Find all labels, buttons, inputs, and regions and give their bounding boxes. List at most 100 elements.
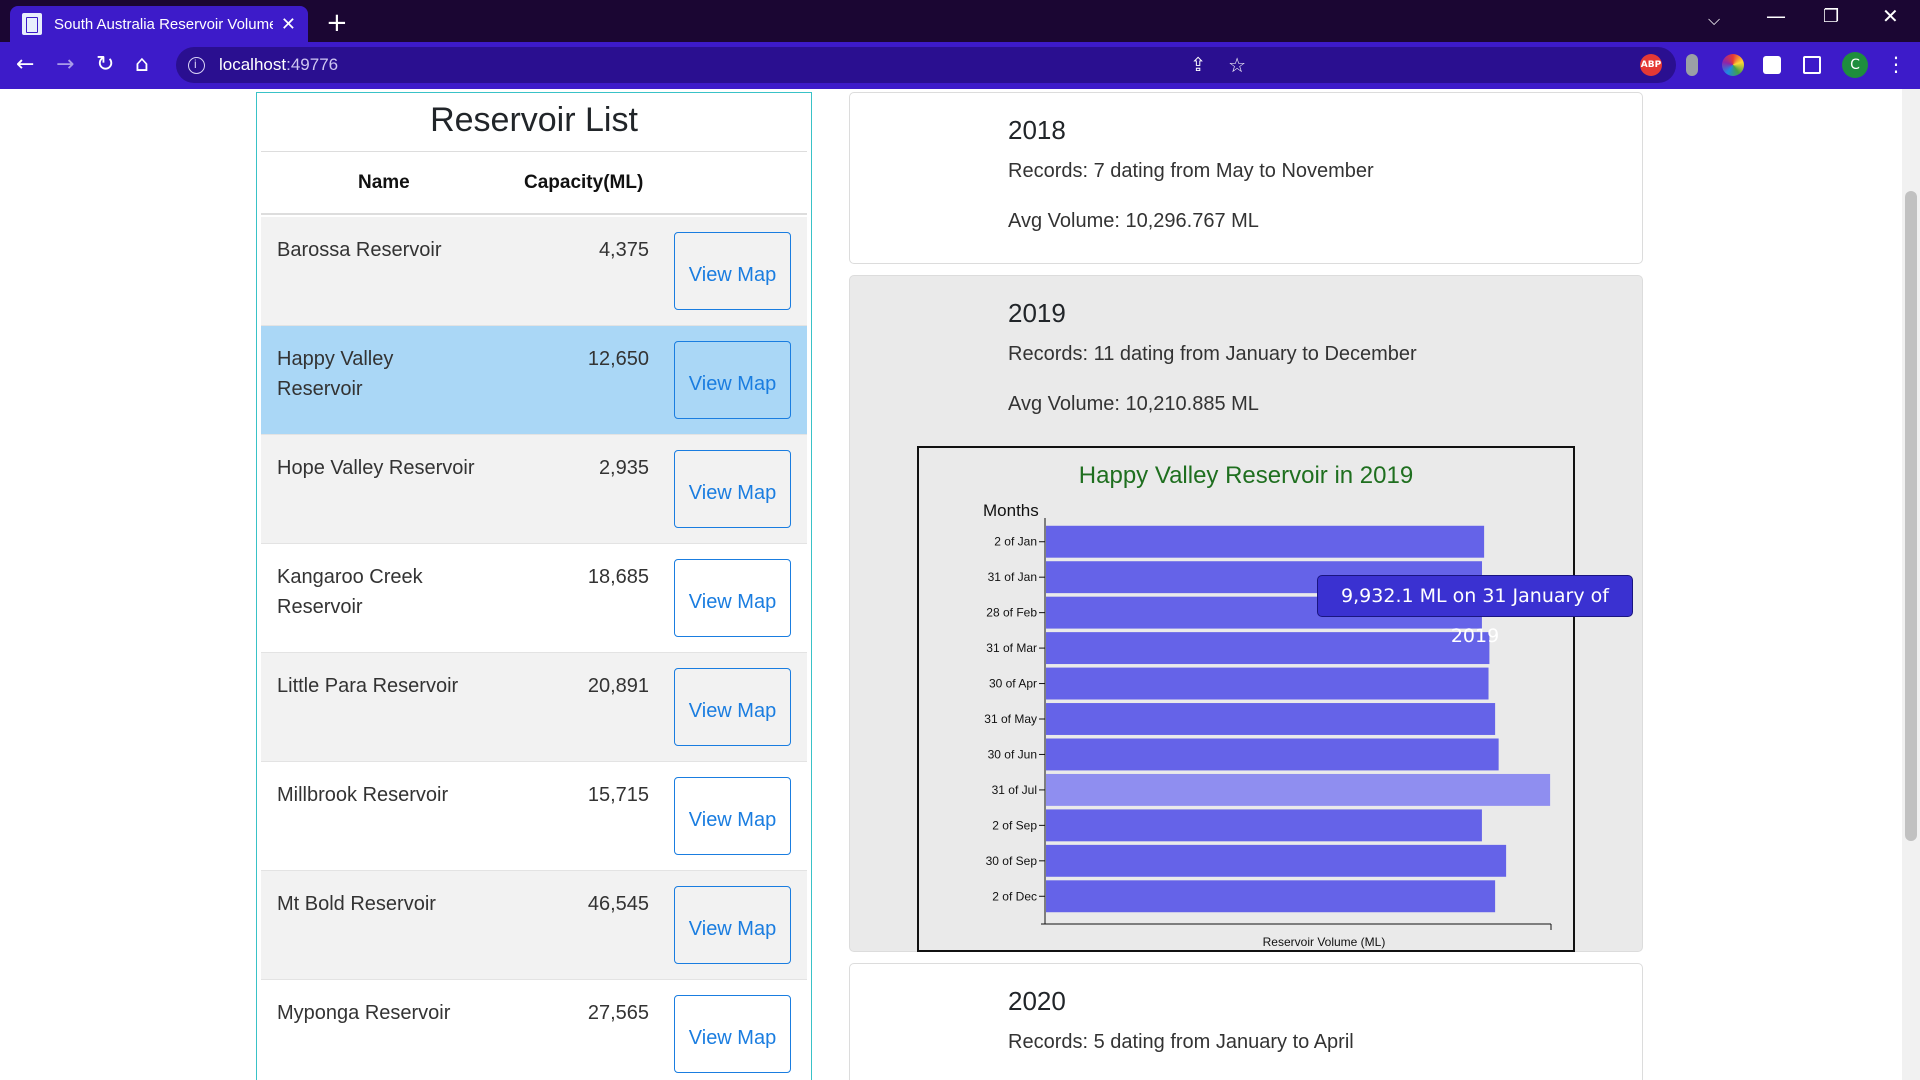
reload-icon[interactable]: ↻ [96,52,114,77]
table-row[interactable]: Happy Valley Reservoir 12,650 View Map [261,326,807,435]
forward-arrow-icon[interactable]: → [56,52,74,77]
y-tick-label: 30 of Sep [986,854,1038,868]
browser-tab[interactable]: South Australia Reservoir Volume ✕ [10,6,308,42]
reservoir-capacity: 15,715 [587,784,649,806]
year-card-2020: 2020 Records: 5 dating from January to A… [849,963,1643,1080]
browser-tab-bar: South Australia Reservoir Volume ✕ + ⌵ —… [0,0,1920,42]
reservoir-name: Hope Valley Reservoir [277,457,475,479]
tab-search-chevron-icon[interactable]: ⌵ [1708,10,1720,30]
year-records: Records: 5 dating from January to April [1008,1031,1354,1053]
y-tick-label: 31 of Mar [986,641,1037,655]
reservoir-name: Happy Valley Reservoir [277,348,394,400]
bar [1046,844,1507,877]
reservoir-name: Mt Bold Reservoir [277,893,436,915]
y-tick-label: 30 of Apr [989,677,1037,691]
view-map-button[interactable]: View Map [674,450,791,528]
header-capacity: Capacity(ML) [524,172,644,193]
view-map-button[interactable]: View Map [674,341,791,419]
bar [1046,667,1489,700]
table-row[interactable]: Barossa Reservoir 4,375 View Map [261,217,807,326]
reservoir-list-card: Reservoir List Name Capacity(ML) Barossa… [256,92,812,1080]
y-tick-label: 31 of Jul [992,783,1037,797]
bar [1046,738,1499,771]
browser-toolbar: ← → ↻ ⌂ localhost:49776 ⇪ ☆ ABP C ⋮ [0,42,1920,89]
close-tab-icon[interactable]: ✕ [281,14,296,35]
profile-avatar[interactable]: C [1842,52,1868,78]
minimize-icon[interactable]: — [1766,4,1786,28]
puzzle-icon[interactable] [1763,56,1781,74]
y-tick-label: 2 of Jan [994,535,1037,549]
year-title: 2018 [1008,115,1066,145]
bookmark-star-icon[interactable]: ☆ [1228,53,1246,78]
view-map-button[interactable]: View Map [674,232,791,310]
reservoir-capacity: 2,935 [598,457,649,479]
scrollbar-thumb[interactable] [1905,191,1917,841]
back-arrow-icon[interactable]: ← [16,52,34,77]
y-tick-label: 30 of Jun [988,747,1037,761]
reservoir-name: Kangaroo Creek Reservoir [277,566,423,618]
chart-svg: Months 2 of Jan 31 of Jan 28 of Feb 31 of Ma… [983,501,1552,949]
year-records: Records: 11 dating from January to Decem… [1008,343,1417,365]
view-map-button[interactable]: View Map [674,668,791,746]
reservoir-name: Myponga Reservoir [277,1002,451,1024]
x-axis-label: Reservoir Volume (ML) [1263,935,1386,949]
page-viewport: Reservoir List Name Capacity(ML) Barossa… [0,89,1920,1080]
reservoir-list-title: Reservoir List [430,101,638,139]
bar [1046,703,1496,735]
table-row[interactable]: Kangaroo Creek Reservoir 18,685 View Map [261,544,807,653]
reservoir-name: Millbrook Reservoir [277,784,449,806]
view-map-button[interactable]: View Map [674,995,791,1073]
share-icon[interactable]: ⇪ [1190,54,1206,77]
year-title: 2019 [1008,298,1066,328]
page-scrollbar[interactable] [1902,89,1920,1080]
y-tick-label: 2 of Sep [992,818,1037,832]
extension-icon[interactable] [1686,54,1698,76]
bar [1046,809,1482,842]
reservoir-capacity: 27,565 [587,1002,649,1024]
new-tab-plus-icon[interactable]: + [326,8,348,38]
year-avg-volume: Avg Volume: 10,296.767 ML [1008,210,1259,232]
y-tick-label: 31 of Jan [988,570,1037,584]
reservoir-capacity: 46,545 [587,893,649,915]
side-panel-icon[interactable] [1803,56,1821,74]
color-picker-icon[interactable] [1722,54,1744,76]
table-row[interactable]: Little Para Reservoir 20,891 View Map [261,653,807,762]
year-card-2018: 2018 Records: 7 dating from May to Novem… [849,92,1643,264]
year-records: Records: 7 dating from May to November [1008,160,1374,182]
bar [1046,880,1496,913]
year-avg-volume: Avg Volume: 10,210.885 ML [1008,393,1259,415]
reservoir-capacity: 12,650 [587,348,649,370]
tab-title: South Australia Reservoir Volume [54,15,273,33]
view-map-button[interactable]: View Map [674,777,791,855]
y-tick-label: 2 of Dec [992,889,1037,903]
table-row[interactable]: Hope Valley Reservoir 2,935 View Map [261,435,807,544]
view-map-button[interactable]: View Map [674,886,791,964]
bar [1046,632,1490,665]
reservoir-capacity: 18,685 [587,566,649,588]
year-title: 2020 [1008,986,1066,1016]
table-header: Name Capacity(ML) [261,153,807,215]
table-row[interactable]: Mt Bold Reservoir 46,545 View Map [261,871,807,980]
reservoir-capacity: 20,891 [587,675,649,697]
reservoir-name: Little Para Reservoir [277,675,459,697]
view-map-button[interactable]: View Map [674,559,791,637]
header-name: Name [358,172,410,193]
y-tick-label: 31 of May [984,712,1037,726]
reservoir-capacity: 4,375 [598,239,649,261]
table-row[interactable]: Millbrook Reservoir 15,715 View Map [261,762,807,871]
bar [1046,773,1551,806]
y-tick-label: 28 of Feb [986,606,1037,620]
address-bar[interactable]: localhost:49776 ⇪ ☆ [176,47,1676,83]
volume-chart: Happy Valley Reservoir in 2019 Months 2 o… [917,446,1575,952]
bar [1046,525,1485,558]
y-axis-label: Months [983,501,1039,520]
reservoir-name: Barossa Reservoir [277,239,442,261]
site-info-icon[interactable] [188,56,205,74]
table-row[interactable]: Myponga Reservoir 27,565 View Map [261,980,807,1080]
menu-kebab-icon[interactable]: ⋮ [1886,52,1906,76]
restore-icon[interactable]: ❐ [1823,6,1839,27]
url-host: localhost [219,55,287,74]
home-icon[interactable]: ⌂ [135,52,149,77]
window-close-icon[interactable]: ✕ [1882,4,1899,28]
adblock-icon[interactable]: ABP [1640,54,1662,76]
